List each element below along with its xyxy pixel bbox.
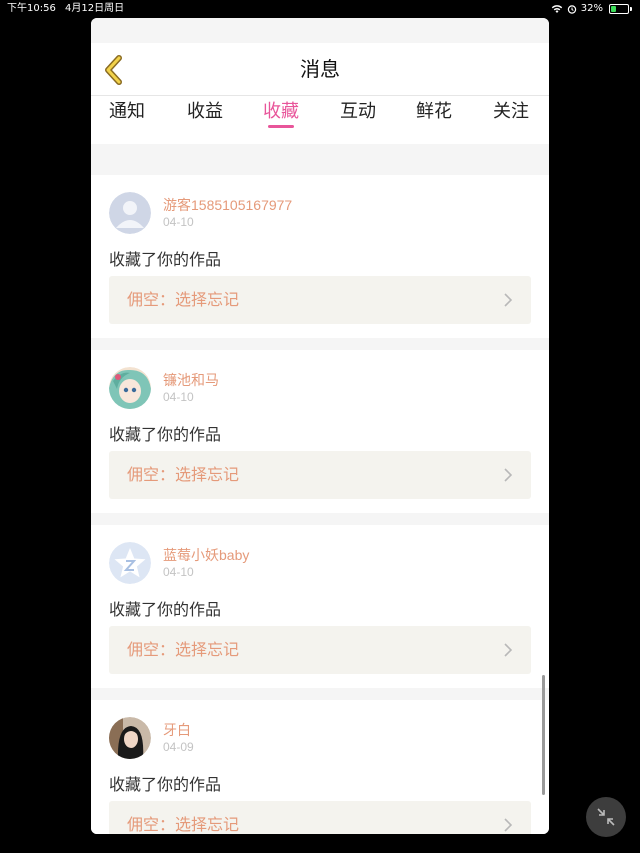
star-avatar-icon[interactable] — [109, 542, 151, 584]
battery-cap — [630, 7, 632, 11]
message-date: 04-10 — [163, 215, 194, 229]
page-title: 消息 — [300, 57, 340, 81]
message-action: 收藏了你的作品 — [109, 425, 222, 444]
chevron-right-icon — [504, 818, 513, 832]
message-action: 收藏了你的作品 — [109, 600, 222, 619]
work-link[interactable]: 佣空：选择忘记 — [109, 451, 531, 499]
work-title: 佣空：选择忘记 — [127, 290, 240, 309]
tab-follows[interactable]: 关注 — [493, 96, 529, 144]
message-list: 游客1585105167977 04-10 收藏了你的作品 佣空：选择忘记 镰池… — [91, 175, 549, 834]
message-date: 04-10 — [163, 390, 194, 404]
default-avatar-icon[interactable] — [109, 192, 151, 234]
chevron-right-icon — [504, 468, 513, 482]
message-action: 收藏了你的作品 — [109, 775, 222, 794]
message-card: 牙白 04-09 收藏了你的作品 佣空：选择忘记 — [91, 700, 549, 834]
work-title: 佣空：选择忘记 — [127, 465, 240, 484]
wifi-icon — [551, 5, 562, 13]
status-right: 32% — [551, 0, 632, 18]
tab-interactions[interactable]: 互动 — [340, 96, 376, 144]
tab-bar: 通知 收益 收藏 互动 鲜花 关注 — [91, 96, 549, 144]
status-bar: 下午10:56 4月12日周日 32% — [0, 0, 640, 18]
tab-flowers[interactable]: 鲜花 — [416, 96, 452, 144]
message-card: 游客1585105167977 04-10 收藏了你的作品 佣空：选择忘记 — [91, 175, 549, 338]
anime-avatar[interactable] — [109, 367, 151, 409]
work-link[interactable]: 佣空：选择忘记 — [109, 801, 531, 834]
status-date: 4月12日周日 — [65, 3, 125, 14]
battery-level — [611, 6, 617, 12]
battery-icon — [609, 4, 629, 14]
tab-favorites[interactable]: 收藏 — [263, 96, 299, 144]
username[interactable]: 牙白 — [163, 720, 191, 740]
sheet-top-spacer — [91, 18, 549, 43]
work-link[interactable]: 佣空：选择忘记 — [109, 626, 531, 674]
username[interactable]: 蓝莓小妖baby — [163, 545, 249, 565]
battery-percent: 32% — [580, 3, 603, 14]
message-card: 镰池和马 04-10 收藏了你的作品 佣空：选择忘记 — [91, 350, 549, 513]
collapse-arrows-icon — [597, 808, 615, 826]
photo-avatar[interactable] — [109, 717, 151, 759]
work-title: 佣空：选择忘记 — [127, 640, 240, 659]
message-action: 收藏了你的作品 — [109, 250, 222, 269]
work-title: 佣空：选择忘记 — [127, 815, 240, 834]
message-date: 04-10 — [163, 565, 194, 579]
tab-earnings[interactable]: 收益 — [187, 96, 223, 144]
message-date: 04-09 — [163, 740, 194, 754]
message-sheet: 消息 通知 收益 收藏 互动 鲜花 关注 游客1585105167977 04-… — [91, 18, 549, 834]
chevron-right-icon — [504, 643, 513, 657]
username[interactable]: 游客1585105167977 — [163, 195, 292, 215]
minimize-button[interactable] — [586, 797, 626, 837]
work-link[interactable]: 佣空：选择忘记 — [109, 276, 531, 324]
nav-bar: 消息 — [91, 43, 549, 96]
scrollbar[interactable] — [542, 675, 545, 795]
status-left: 下午10:56 4月12日周日 — [7, 0, 130, 18]
chevron-right-icon — [504, 293, 513, 307]
username[interactable]: 镰池和马 — [163, 370, 219, 390]
alarm-icon — [567, 5, 576, 14]
tab-active-underline — [268, 125, 294, 128]
message-card: 蓝莓小妖baby 04-10 收藏了你的作品 佣空：选择忘记 — [91, 525, 549, 688]
status-time: 下午10:56 — [7, 3, 56, 14]
tab-notifications[interactable]: 通知 — [109, 96, 145, 144]
tab-favorites-label: 收藏 — [263, 101, 299, 122]
